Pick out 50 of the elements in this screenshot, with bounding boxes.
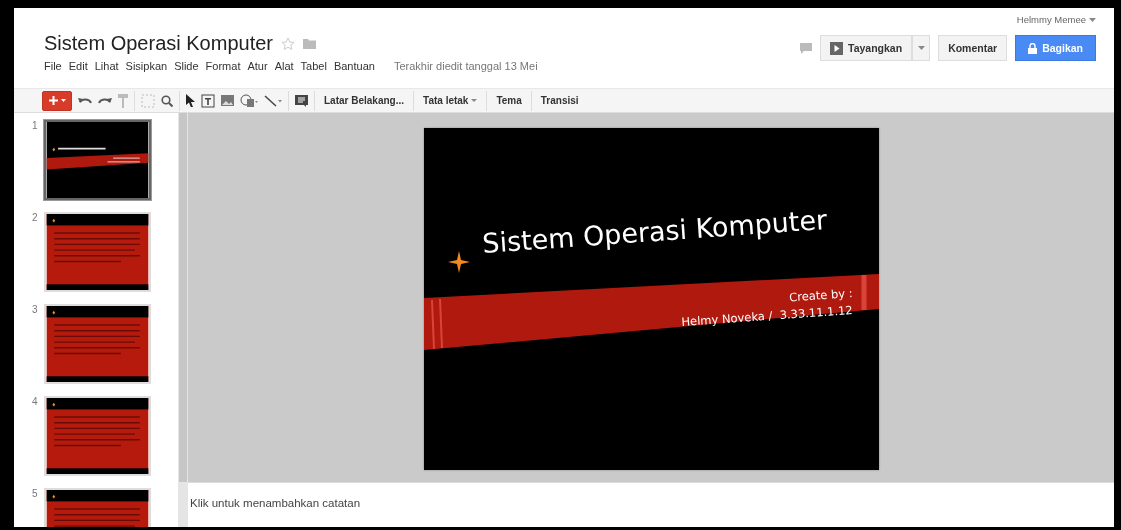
play-icon: [830, 41, 844, 55]
undo-icon[interactable]: [78, 95, 92, 106]
caret-icon: [1089, 17, 1096, 22]
last-edited-link[interactable]: Terakhir diedit tanggal 13 Mei: [393, 60, 538, 72]
dropdown-button[interactable]: Tata letak: [420, 95, 481, 106]
slide-thumbnail[interactable]: [44, 120, 151, 200]
slide-subtitle: Create by :: [788, 286, 853, 305]
lock-icon: [1028, 42, 1038, 54]
menu-item[interactable]: Format: [205, 60, 246, 72]
document-title[interactable]: Sistem Operasi Komputer: [44, 32, 273, 55]
slide[interactable]: Sistem Operasi Komputer Create by : Helmy Noveka / 3.33.11.1.12: [423, 128, 879, 470]
menu-item[interactable]: Lihat: [94, 60, 124, 72]
line-icon[interactable]: [264, 94, 282, 107]
speaker-notes-field[interactable]: Klik untuk menambahkan catatan: [188, 482, 1114, 527]
slide-number: 1: [32, 120, 38, 131]
present-options-button[interactable]: [912, 35, 931, 61]
present-button[interactable]: Tayangkan: [820, 35, 913, 61]
menu-item[interactable]: Atur: [247, 60, 273, 72]
toolbar-button[interactable]: Latar Belakang...: [321, 95, 408, 106]
toolbar-button[interactable]: Tema: [493, 95, 525, 106]
caret-icon: [917, 46, 925, 50]
slide-number: 5: [32, 488, 38, 499]
scrollbar[interactable]: [178, 113, 188, 527]
shape-icon[interactable]: [240, 94, 258, 107]
cursor-icon[interactable]: [186, 94, 195, 107]
slide-number: 3: [32, 304, 38, 315]
slide-subtitle: Helmy Noveka / 3.33.11.1.12: [680, 303, 853, 329]
slide-number: 2: [32, 212, 38, 223]
caret-icon: [471, 99, 478, 102]
star-icon[interactable]: [281, 36, 295, 51]
menu-item[interactable]: Bantuan: [333, 60, 380, 72]
slide-title: Sistem Operasi Komputer: [480, 204, 828, 259]
image-icon[interactable]: [221, 95, 234, 106]
menu-item[interactable]: Tabel: [300, 60, 332, 72]
new-slide-button[interactable]: [42, 90, 72, 111]
zoom-icon[interactable]: [161, 94, 173, 107]
four-point-star-icon: [447, 251, 470, 273]
menu-item[interactable]: Alat: [274, 60, 299, 72]
comment-button[interactable]: Komentar: [938, 35, 1008, 61]
menu-item[interactable]: Edit: [68, 60, 93, 72]
text-box-icon[interactable]: [201, 93, 215, 108]
toolbar-button[interactable]: Transisi: [537, 95, 582, 106]
redo-icon[interactable]: [98, 95, 112, 106]
menu-item[interactable]: Slide: [174, 60, 204, 72]
caret-icon: [60, 99, 66, 102]
menu-item[interactable]: File: [44, 60, 67, 72]
plus-icon: [48, 96, 58, 105]
slide-number: 4: [32, 396, 38, 407]
comment-icon[interactable]: [295, 94, 308, 107]
menu-item[interactable]: Sisipkan: [125, 60, 173, 72]
